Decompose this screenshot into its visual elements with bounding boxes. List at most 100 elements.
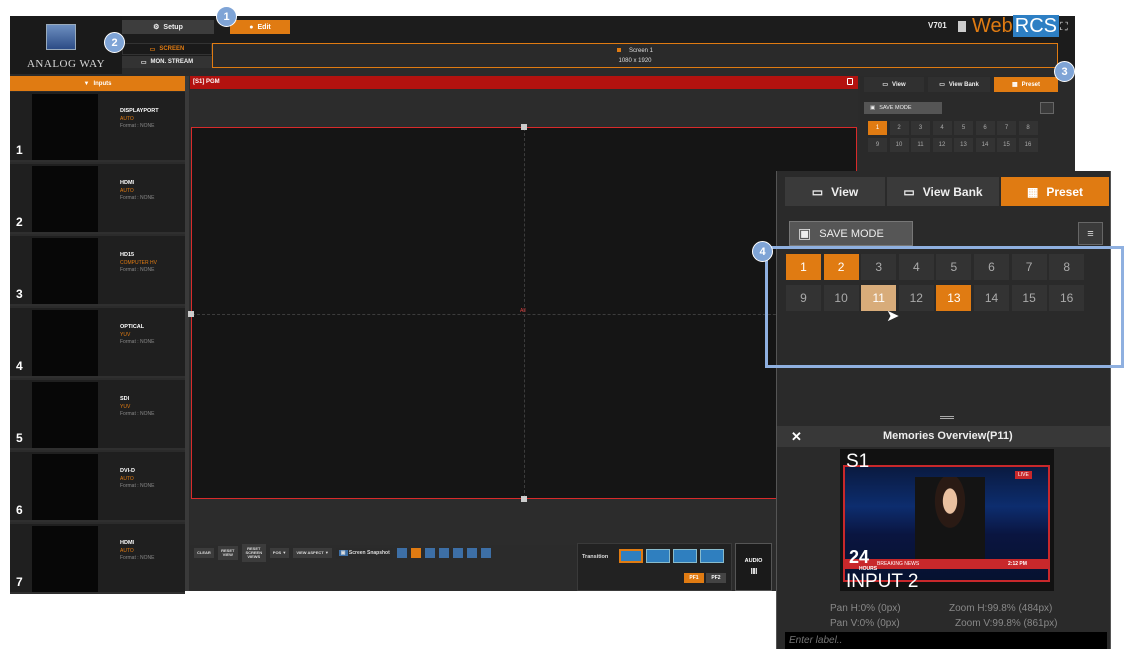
setup-button[interactable]: ⚙ Setup: [122, 20, 214, 34]
input-format: Format : NONE: [120, 411, 155, 417]
memory-preview: BREAKING NEWS 24 HOURS 2:12 PM LIVE S1 I…: [840, 449, 1054, 591]
mini-preset-button[interactable]: 9: [868, 138, 887, 152]
tab-view-label: View: [892, 81, 906, 88]
pgm-title: [S1] PGM: [193, 79, 220, 85]
tab-preset[interactable]: ▦ Preset: [994, 77, 1058, 92]
pos-dropdown[interactable]: POS ▼: [269, 548, 290, 558]
inputs-header[interactable]: ▼ Inputs: [10, 76, 185, 91]
grid-icon[interactable]: [396, 548, 407, 558]
layer-icon[interactable]: [410, 548, 421, 558]
mini-preset-button[interactable]: 8: [1018, 121, 1038, 135]
mini-preset-button[interactable]: 13: [954, 138, 973, 152]
callout-3: 3: [1054, 61, 1075, 82]
transition-fade-icon[interactable]: [646, 549, 670, 563]
camera-icon: ▣: [338, 549, 348, 556]
fit-icon[interactable]: [466, 548, 477, 558]
input-slot[interactable]: 3 HD15 COMPUTER HV Format : NONE: [10, 236, 185, 306]
callout-1: 1: [216, 6, 237, 27]
resize-handle-bottom[interactable]: [521, 496, 527, 502]
align-icon[interactable]: [452, 548, 463, 558]
preview-screen-label: S1: [846, 451, 870, 472]
screen-snapshot-button[interactable]: ▣ Screen Snapshot: [335, 547, 393, 559]
mini-preset-button[interactable]: 10: [889, 138, 909, 152]
panel-divider[interactable]: [185, 76, 189, 591]
monitor-icon: ▭: [140, 59, 147, 66]
mini-preset-button[interactable]: 7: [997, 121, 1016, 135]
view-aspect-dropdown[interactable]: VIEW ASPECT ▼: [293, 548, 332, 558]
tab-view-bank[interactable]: ▭ View Bank: [928, 77, 990, 92]
mini-preset-button[interactable]: 11: [911, 138, 930, 152]
logo-text: ANALOG WAY: [26, 58, 106, 70]
zoom-save-mode-button[interactable]: ▣ SAVE MODE: [789, 221, 913, 246]
zoom-list-view-icon[interactable]: ≡: [1078, 222, 1103, 245]
input-number: 1: [16, 143, 23, 157]
crop-icon[interactable]: [438, 548, 449, 558]
clear-button[interactable]: CLEAR: [194, 548, 214, 558]
screen-tab[interactable]: ▭ SCREEN: [122, 43, 212, 55]
mini-preset-button[interactable]: 5: [954, 121, 973, 135]
zoom-tab-preset[interactable]: ▦ Preset: [1001, 177, 1109, 206]
pf2-button[interactable]: PF2: [706, 573, 726, 583]
zoom-tab-view[interactable]: ▭ View: [785, 177, 885, 206]
mini-preset-button[interactable]: 4: [932, 121, 952, 135]
fullscreen-layer-icon[interactable]: [480, 548, 491, 558]
input-name: HDMI: [120, 540, 135, 546]
input-number: 6: [16, 503, 23, 517]
close-icon[interactable]: ✕: [791, 429, 811, 444]
input-format: Format : NONE: [120, 123, 155, 129]
mini-preset-button[interactable]: 16: [1018, 138, 1038, 152]
input-thumbnail: [32, 310, 98, 376]
transition-slide-icon[interactable]: [700, 549, 724, 563]
move-icon[interactable]: [424, 548, 435, 558]
input-slot[interactable]: 2 HDMI AUTO Format : NONE: [10, 164, 185, 234]
save-mode-button[interactable]: ▣ SAVE MODE: [864, 102, 942, 114]
dropdown-icon: ▼: [83, 80, 90, 87]
resize-handle-top[interactable]: [521, 124, 527, 130]
reset-screen-views-button[interactable]: RESET SCREEN VIEWS: [241, 544, 266, 562]
edit-button[interactable]: ● Edit: [230, 20, 290, 34]
input-name: HD15: [120, 252, 135, 258]
list-view-icon[interactable]: [1040, 102, 1054, 114]
webrcs-prefix: Web: [972, 15, 1013, 37]
mini-preset-button[interactable]: 6: [975, 121, 995, 135]
zoom-h-value: Zoom H:99.8% (484px): [949, 603, 1053, 614]
view-icon: ▭: [811, 184, 824, 199]
audio-meter-icon: ‖‖: [750, 567, 758, 576]
fullscreen-icon[interactable]: ⛶: [1060, 21, 1068, 34]
input-slot[interactable]: 6 DVI-D AUTO Format : NONE: [10, 452, 185, 522]
zoom-tab-view-label: View: [831, 184, 859, 199]
lock-icon[interactable]: [847, 78, 853, 85]
mini-preset-button[interactable]: 12: [932, 138, 952, 152]
zoom-tab-view-bank[interactable]: ▭ View Bank: [887, 177, 999, 206]
mini-preset-button[interactable]: 2: [889, 121, 909, 135]
panel-resize-handle[interactable]: [940, 416, 954, 419]
input-slot[interactable]: 7 HDMI AUTO Format : NONE: [10, 524, 185, 594]
screen-name: Screen 1: [628, 48, 653, 54]
mini-preset-button[interactable]: 14: [975, 138, 995, 152]
mini-preset-button[interactable]: 1: [868, 121, 887, 135]
bottom-toolbar: CLEAR RESET VIEW RESET SCREEN VIEWS POS …: [190, 543, 577, 563]
view-icon: ▭: [882, 82, 889, 88]
reset-view-button[interactable]: RESET VIEW: [217, 546, 238, 560]
view-bank-icon: ▭: [903, 184, 915, 199]
mini-preset-button[interactable]: 15: [997, 138, 1016, 152]
input-slot[interactable]: 5 SDI YUV Format : NONE: [10, 380, 185, 450]
input-mode: AUTO: [120, 116, 134, 122]
pan-v-value: Pan V:0% (0px): [830, 618, 900, 629]
input-format: Format : NONE: [120, 267, 155, 273]
resize-handle-left[interactable]: [188, 311, 194, 317]
preset-icon: ▦: [1011, 82, 1018, 88]
input-slot[interactable]: 1 DISPLAYPORT AUTO Format : NONE: [10, 92, 185, 162]
pf1-button[interactable]: PF1: [684, 573, 704, 583]
transition-cut-icon[interactable]: [619, 549, 643, 563]
mini-preset-button[interactable]: 3: [911, 121, 930, 135]
tab-view[interactable]: ▭ View: [864, 77, 924, 92]
input-format: Format : NONE: [120, 555, 155, 561]
label-input[interactable]: [785, 632, 1107, 649]
mon-stream-tab[interactable]: ▭ MON. STREAM: [122, 56, 212, 68]
input-name: DVI-D: [120, 468, 135, 474]
audio-button[interactable]: AUDIO ‖‖: [735, 543, 772, 591]
all-layers-label: All: [520, 308, 526, 314]
transition-wipe-icon[interactable]: [673, 549, 697, 563]
input-slot[interactable]: 4 OPTICAL YUV Format : NONE: [10, 308, 185, 378]
